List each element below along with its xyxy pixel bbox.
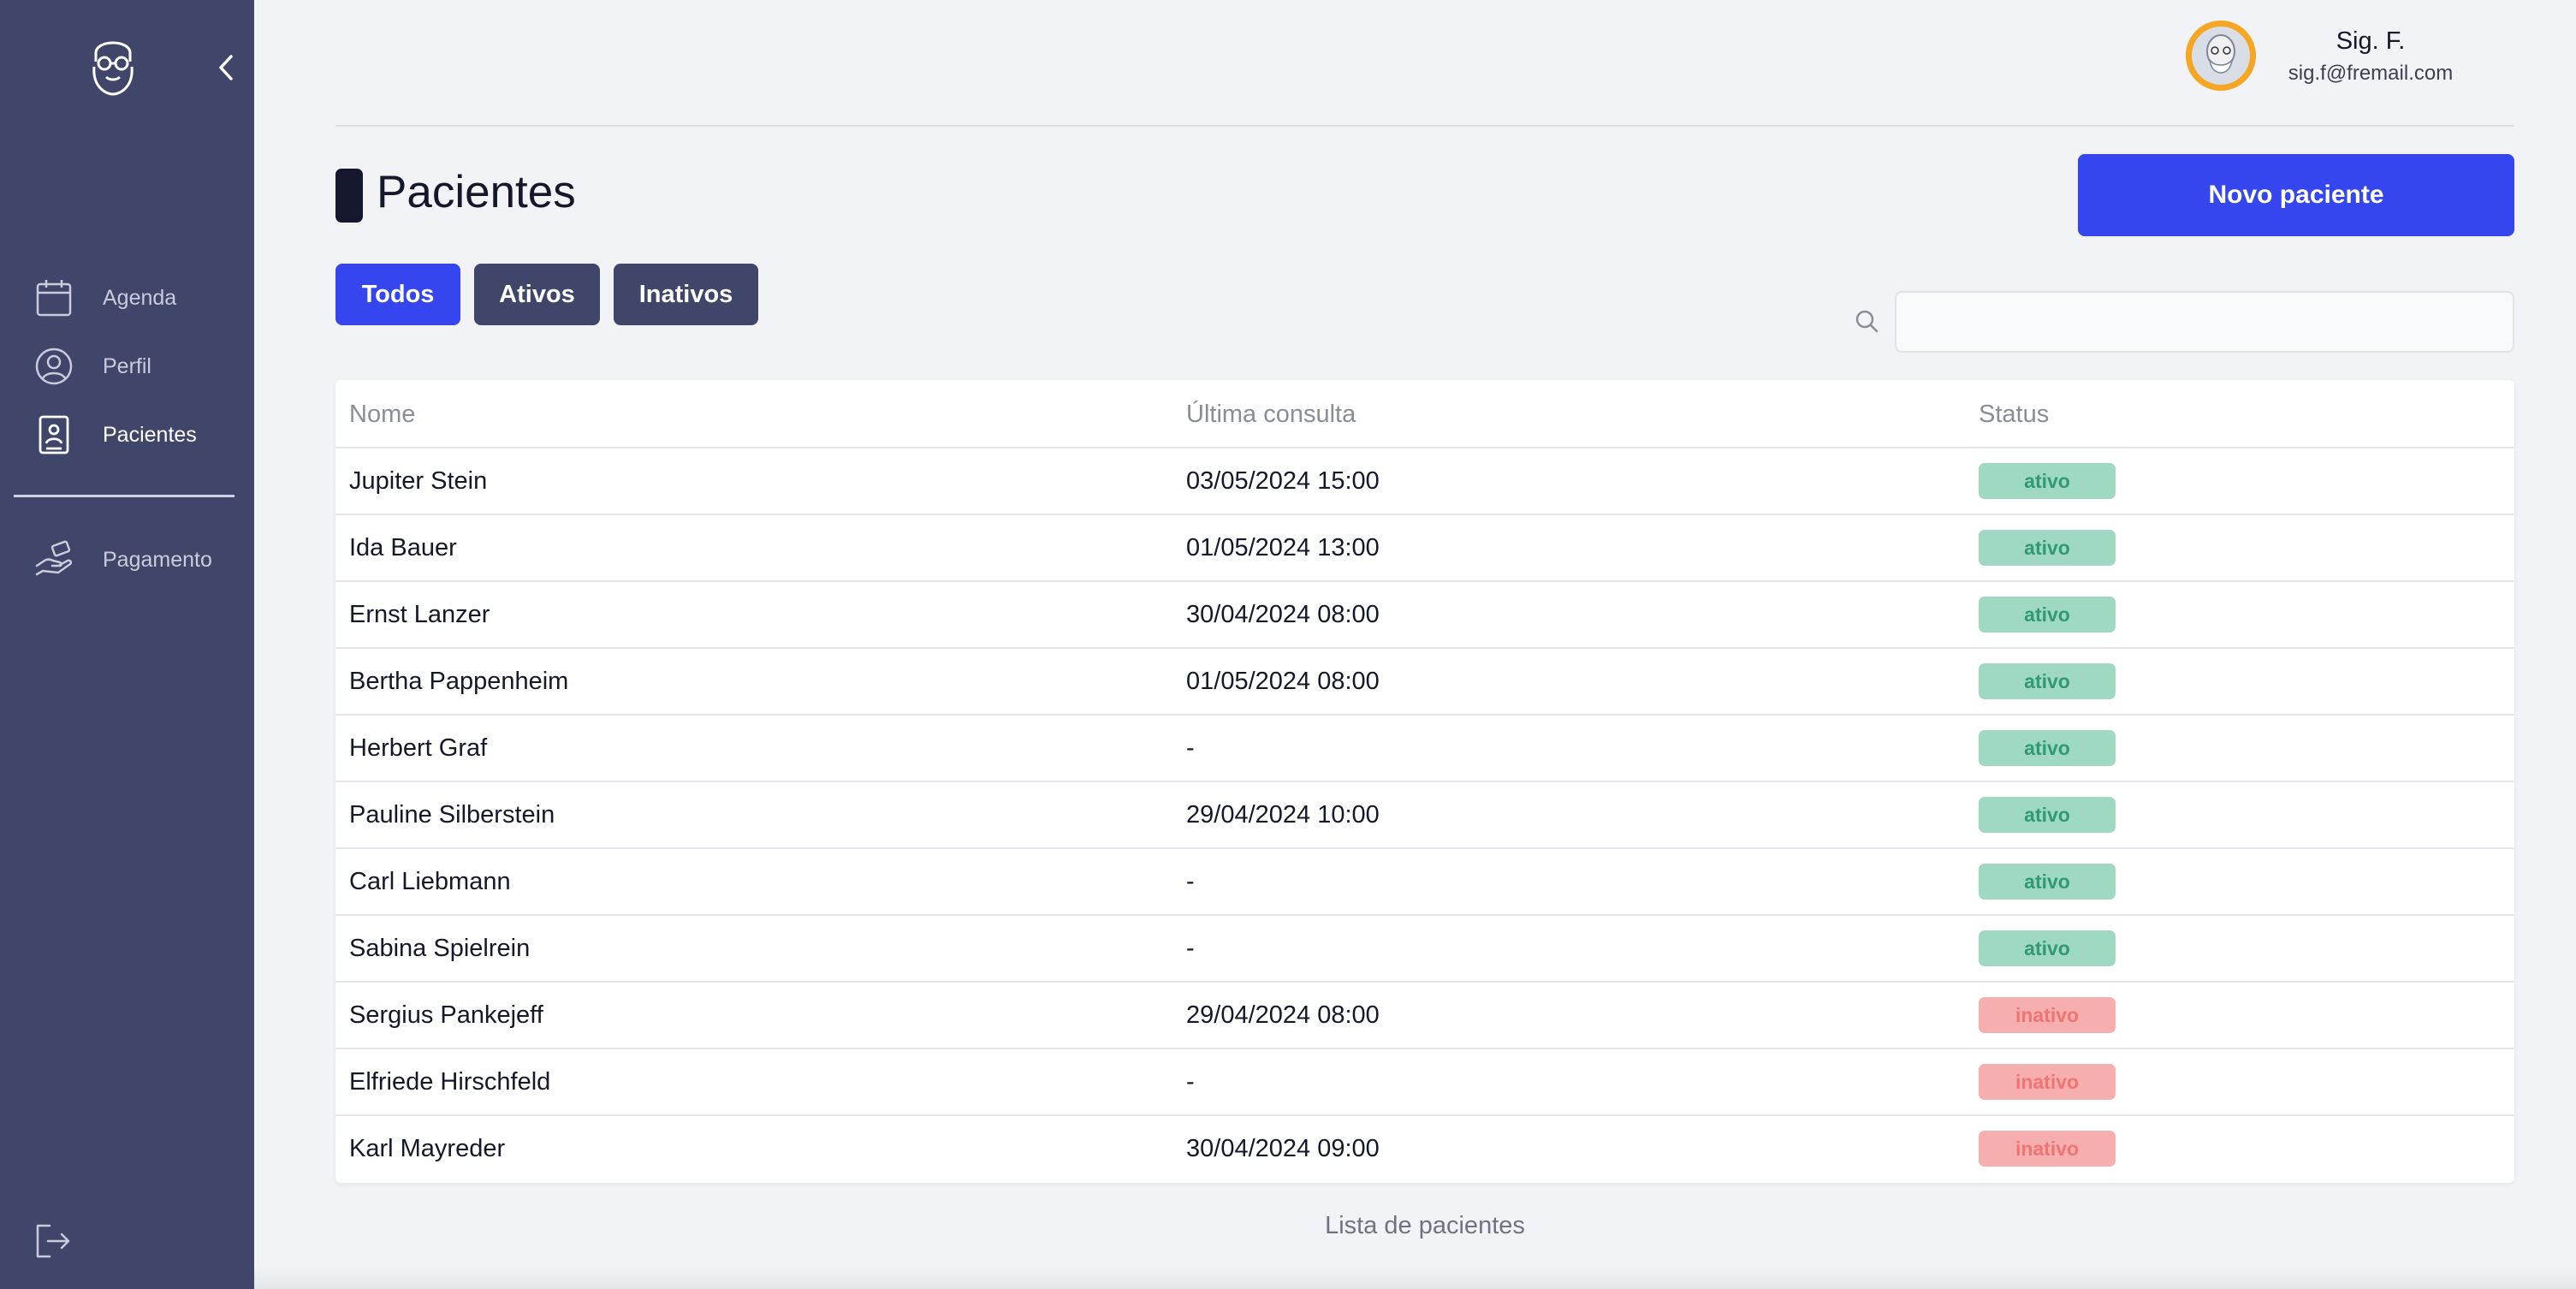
bearded-face-logo-icon — [84, 33, 142, 98]
status-badge: inativo — [1979, 1064, 2116, 1100]
sidebar-item-label: Pacientes — [103, 422, 197, 447]
last-appointment: 30/04/2024 08:00 — [1186, 601, 1380, 628]
patient-name: Elfriede Hirschfeld — [349, 1068, 551, 1096]
new-patient-button[interactable]: Novo paciente — [2078, 154, 2514, 236]
last-appointment: 30/04/2024 09:00 — [1186, 1135, 1380, 1162]
status-badge: ativo — [1979, 663, 2116, 699]
status-badge: inativo — [1979, 997, 2116, 1033]
column-header-ultima-consulta[interactable]: Última consulta — [1186, 401, 1356, 429]
status-badge: ativo — [1979, 864, 2116, 900]
sidebar-item-label: Pagamento — [103, 547, 212, 572]
table-row[interactable]: Ernst Lanzer 30/04/2024 08:00 ativo — [335, 582, 2514, 649]
collapse-sidebar-chevron-icon[interactable] — [214, 53, 238, 82]
patient-name: Sergius Pankejeff — [349, 1001, 543, 1029]
calendar-icon — [33, 276, 75, 319]
filter-tab-todos[interactable]: Todos — [335, 264, 460, 325]
patient-card-icon — [33, 413, 75, 456]
patients-table: Nome Última consulta Status Jupiter Stei… — [335, 380, 2514, 1183]
last-appointment: 01/05/2024 13:00 — [1186, 534, 1380, 561]
patient-name: Sabina Spielrein — [349, 935, 531, 962]
logout-icon[interactable] — [34, 1222, 74, 1260]
filter-tab-ativos[interactable]: Ativos — [474, 264, 600, 325]
last-appointment: - — [1186, 868, 1195, 895]
status-badge: ativo — [1979, 797, 2116, 833]
sidebar-item-label: Perfil — [103, 353, 151, 378]
table-row[interactable]: Carl Liebmann - ativo — [335, 849, 2514, 916]
last-appointment: - — [1186, 1068, 1195, 1096]
last-appointment: 29/04/2024 10:00 — [1186, 801, 1380, 829]
patient-name: Herbert Graf — [349, 734, 488, 762]
status-badge: ativo — [1979, 463, 2116, 499]
status-badge: inativo — [1979, 1131, 2116, 1167]
table-row[interactable]: Ida Bauer 01/05/2024 13:00 ativo — [335, 515, 2514, 582]
user-name: Sig. F. — [2336, 27, 2406, 55]
patient-name: Karl Mayreder — [349, 1135, 506, 1162]
last-appointment: 03/05/2024 15:00 — [1186, 467, 1380, 495]
hand-payment-icon — [33, 538, 75, 581]
patient-name: Ernst Lanzer — [349, 601, 490, 628]
filter-tab-inativos[interactable]: Inativos — [614, 264, 758, 325]
status-badge: ativo — [1979, 597, 2116, 633]
search-input[interactable] — [1895, 291, 2514, 353]
table-row[interactable]: Herbert Graf - ativo — [335, 716, 2514, 782]
table-row[interactable]: Elfriede Hirschfeld - inativo — [335, 1049, 2514, 1116]
last-appointment: 29/04/2024 08:00 — [1186, 1001, 1380, 1029]
sidebar: Agenda Perfil Pacientes Pagamento — [0, 0, 254, 1289]
sidebar-item-pagamento[interactable]: Pagamento — [33, 534, 238, 585]
status-badge: ativo — [1979, 730, 2116, 766]
patient-name: Pauline Silberstein — [349, 801, 555, 829]
user-email: sig.f@fremail.com — [2288, 62, 2454, 85]
status-badge: ativo — [1979, 930, 2116, 966]
patient-name: Carl Liebmann — [349, 868, 511, 895]
last-appointment: 01/05/2024 08:00 — [1186, 668, 1380, 695]
table-row[interactable]: Pauline Silberstein 29/04/2024 10:00 ativo — [335, 782, 2514, 849]
search-icon — [1854, 308, 1879, 334]
bottom-shade — [254, 1267, 2576, 1289]
table-caption: Lista de pacientes — [1325, 1212, 1525, 1239]
user-circle-icon — [33, 345, 75, 388]
table-row[interactable]: Karl Mayreder 30/04/2024 09:00 inativo — [335, 1116, 2514, 1183]
sidebar-item-perfil[interactable]: Perfil — [33, 341, 238, 392]
status-badge: ativo — [1979, 530, 2116, 566]
table-header: Nome Última consulta Status — [335, 380, 2514, 448]
last-appointment: - — [1186, 734, 1195, 762]
table-row[interactable]: Bertha Pappenheim 01/05/2024 08:00 ativo — [335, 649, 2514, 716]
patient-name: Bertha Pappenheim — [349, 668, 569, 695]
title-accent-bar — [335, 169, 363, 223]
column-header-nome[interactable]: Nome — [349, 401, 415, 429]
sidebar-item-agenda[interactable]: Agenda — [33, 272, 238, 324]
last-appointment: - — [1186, 935, 1195, 962]
patient-name: Jupiter Stein — [349, 467, 488, 495]
header-divider — [335, 125, 2514, 127]
table-row[interactable]: Jupiter Stein 03/05/2024 15:00 ativo — [335, 448, 2514, 515]
sidebar-divider — [14, 495, 234, 497]
table-row[interactable]: Sergius Pankejeff 29/04/2024 08:00 inativo — [335, 983, 2514, 1049]
sidebar-item-pacientes[interactable]: Pacientes — [33, 409, 238, 460]
sidebar-item-label: Agenda — [103, 285, 177, 310]
page-title: Pacientes — [377, 167, 576, 217]
patient-name: Ida Bauer — [349, 534, 457, 561]
table-row[interactable]: Sabina Spielrein - ativo — [335, 916, 2514, 983]
column-header-status[interactable]: Status — [1979, 401, 2049, 429]
